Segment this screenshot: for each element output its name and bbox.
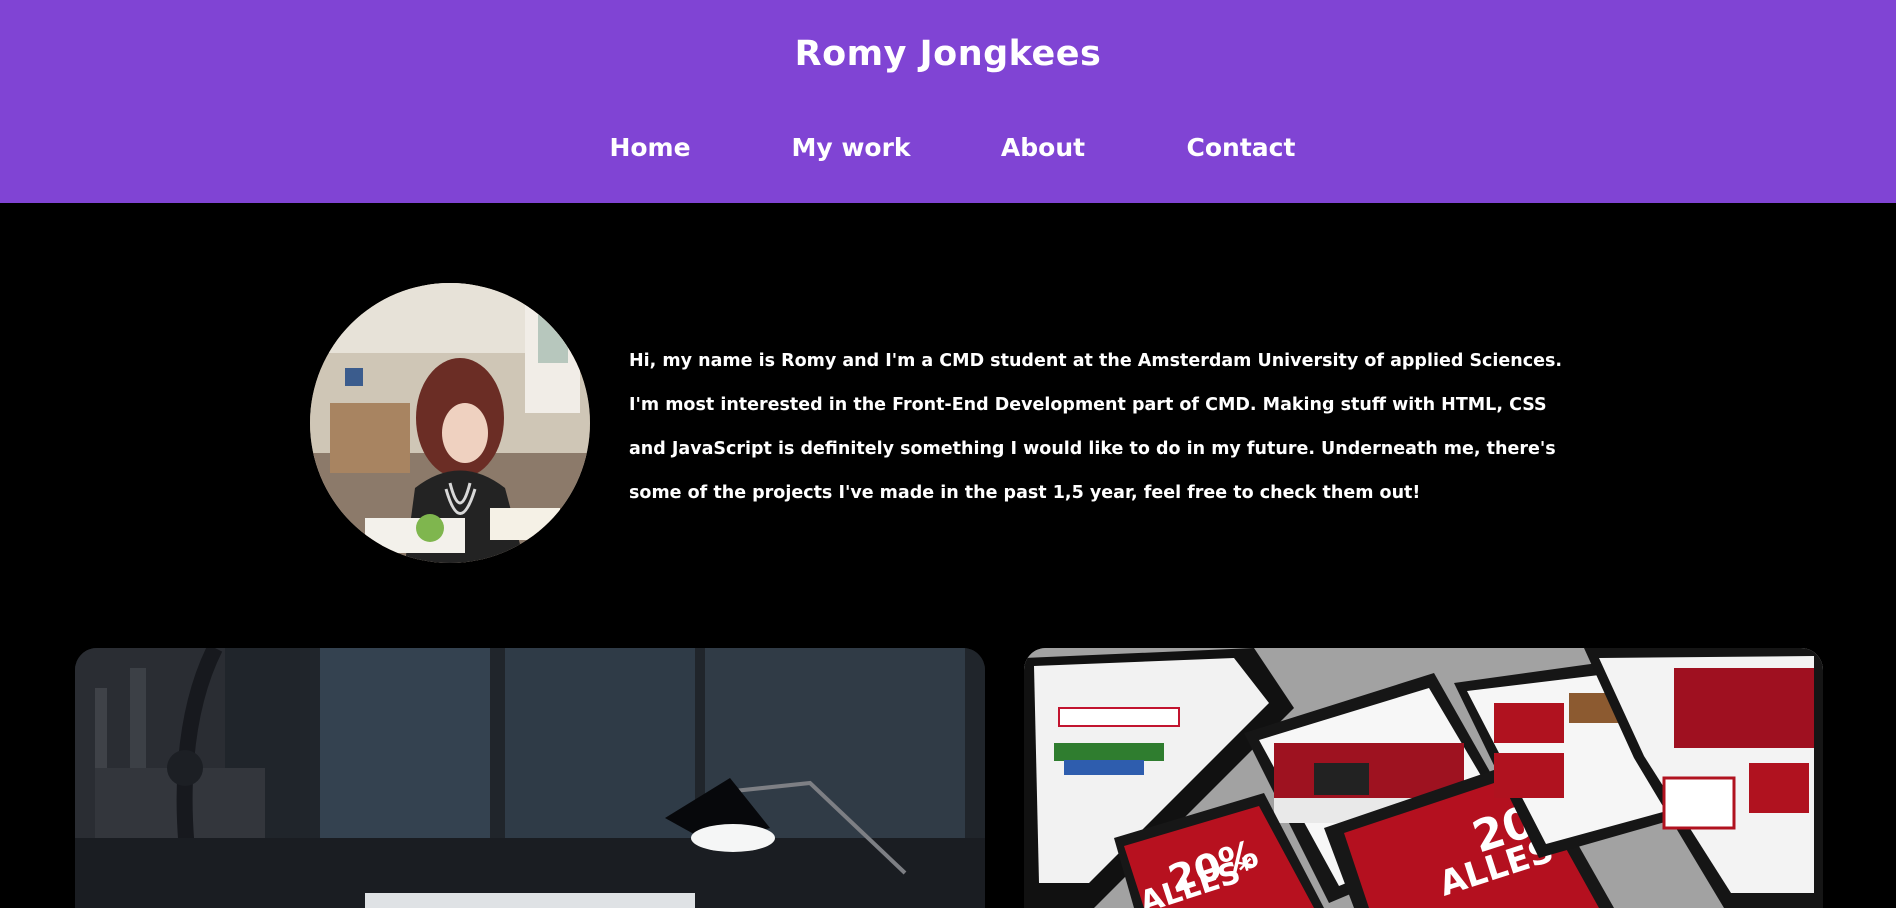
site-header: Romy Jongkees Home My work About Contact [0,0,1896,203]
profile-photo [310,283,590,563]
project-card-blina-phones[interactable]: 20% ALLES* 20% ALLES* [1024,648,1823,908]
nav-home[interactable]: Home [590,133,710,162]
nav-contact[interactable]: Contact [1176,133,1306,162]
nav-my-work[interactable]: My work [790,133,912,162]
site-title[interactable]: Romy Jongkees [0,34,1896,74]
project-card-desk-lamp[interactable] [75,648,985,908]
nav-about[interactable]: About [992,133,1094,162]
intro-section: Hi, my name is Romy and I'm a CMD studen… [0,203,1896,648]
bio-text: Hi, my name is Romy and I'm a CMD studen… [629,351,1563,503]
main-navigation: Home My work About Contact [0,133,1896,162]
